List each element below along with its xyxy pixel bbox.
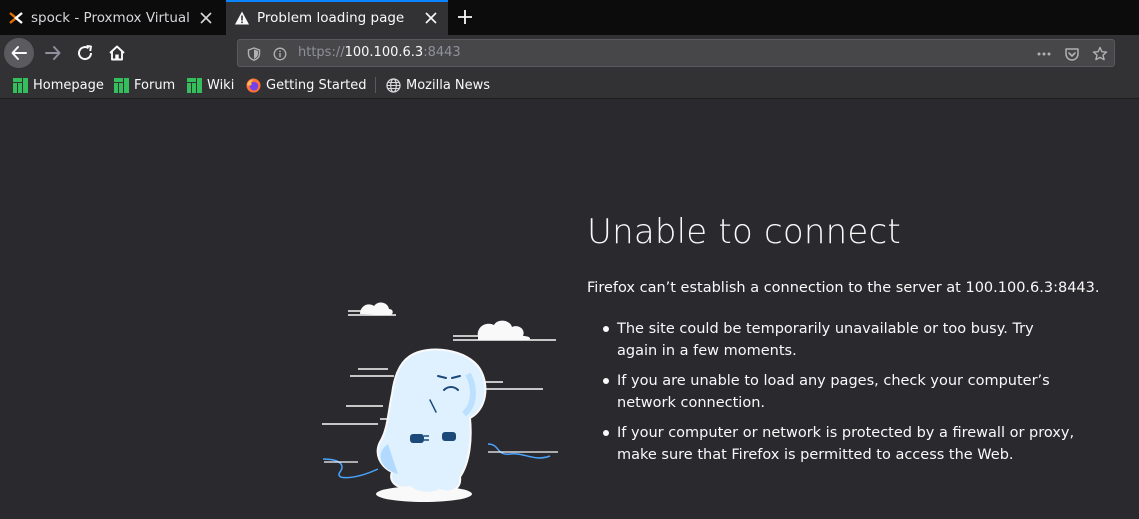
home-icon <box>109 45 125 61</box>
bookmark-forum[interactable]: Forum <box>113 76 175 94</box>
bookmark-label: Mozilla News <box>406 77 491 93</box>
cloud-illustration <box>348 302 556 341</box>
warning-icon <box>234 10 250 26</box>
bookmark-getting-started[interactable]: Getting Started <box>245 76 367 94</box>
close-icon[interactable] <box>198 10 214 26</box>
info-icon[interactable] <box>272 46 288 62</box>
manjaro-icon <box>12 77 28 93</box>
arrow-left-icon <box>11 46 27 60</box>
url-bar[interactable]: https://100.100.6.3:8443 <box>237 39 1115 67</box>
reload-icon <box>78 45 93 61</box>
error-suggestions: The site could be temporarily unavailabl… <box>587 318 1127 466</box>
reload-button[interactable] <box>70 38 100 68</box>
tab-title: spock - Proxmox Virtual Environment <box>31 9 192 26</box>
bookmark-label: Homepage <box>33 77 104 93</box>
bookmark-label: Wiki <box>207 77 235 93</box>
url-text[interactable]: https://100.100.6.3:8443 <box>298 45 461 60</box>
proxmox-icon <box>8 10 24 26</box>
tab-title: Problem loading page <box>257 9 405 26</box>
bookmark-homepage[interactable]: Homepage <box>12 76 104 94</box>
manjaro-icon <box>186 77 202 93</box>
bookmark-separator <box>375 77 376 93</box>
new-tab-button[interactable] <box>456 8 474 26</box>
error-title: Unable to connect <box>587 212 901 252</box>
disconnected-dinosaur-illustration <box>322 302 558 502</box>
home-button[interactable] <box>102 38 132 68</box>
bookmark-label: Forum <box>134 77 176 93</box>
tab-proxmox[interactable]: spock - Proxmox Virtual Environment <box>0 0 223 35</box>
error-page: Unable to connect Firefox can’t establis… <box>0 99 1139 519</box>
suggestion-item: If you are unable to load any pages, che… <box>603 370 1077 414</box>
firefox-icon <box>245 77 261 93</box>
plus-icon <box>458 10 472 24</box>
globe-icon <box>385 77 401 93</box>
page-actions-icon[interactable] <box>1036 46 1052 62</box>
error-description: Firefox can’t establish a connection to … <box>587 280 1100 296</box>
bookmarks-toolbar: Homepage Forum Wiki Getting Started Mozi… <box>0 71 1139 99</box>
suggestion-item: If your computer or network is protected… <box>603 422 1077 466</box>
pocket-icon[interactable] <box>1064 46 1080 62</box>
close-icon[interactable] <box>423 10 439 26</box>
url-host: 100.100.6.3 <box>344 45 424 60</box>
tracking-shield-icon[interactable] <box>246 46 262 62</box>
bookmark-label: Getting Started <box>266 77 367 93</box>
error-message: Unable to connect Firefox can’t establis… <box>587 212 1127 474</box>
back-button[interactable] <box>4 38 34 68</box>
url-port: :8443 <box>423 45 461 60</box>
forward-button[interactable] <box>38 38 68 68</box>
nav-toolbar: https://100.100.6.3:8443 <box>0 35 1139 71</box>
arrow-right-icon <box>45 46 61 60</box>
bookmark-mozilla-news[interactable]: Mozilla News <box>385 76 490 94</box>
tab-strip: spock - Proxmox Virtual Environment Prob… <box>0 0 1139 35</box>
bookmark-wiki[interactable]: Wiki <box>186 76 234 94</box>
suggestion-item: The site could be temporarily unavailabl… <box>603 318 1077 362</box>
manjaro-icon <box>113 77 129 93</box>
tab-problem-loading[interactable]: Problem loading page <box>226 0 448 35</box>
url-scheme: https:// <box>298 45 345 60</box>
bookmark-star-icon[interactable] <box>1092 46 1108 62</box>
